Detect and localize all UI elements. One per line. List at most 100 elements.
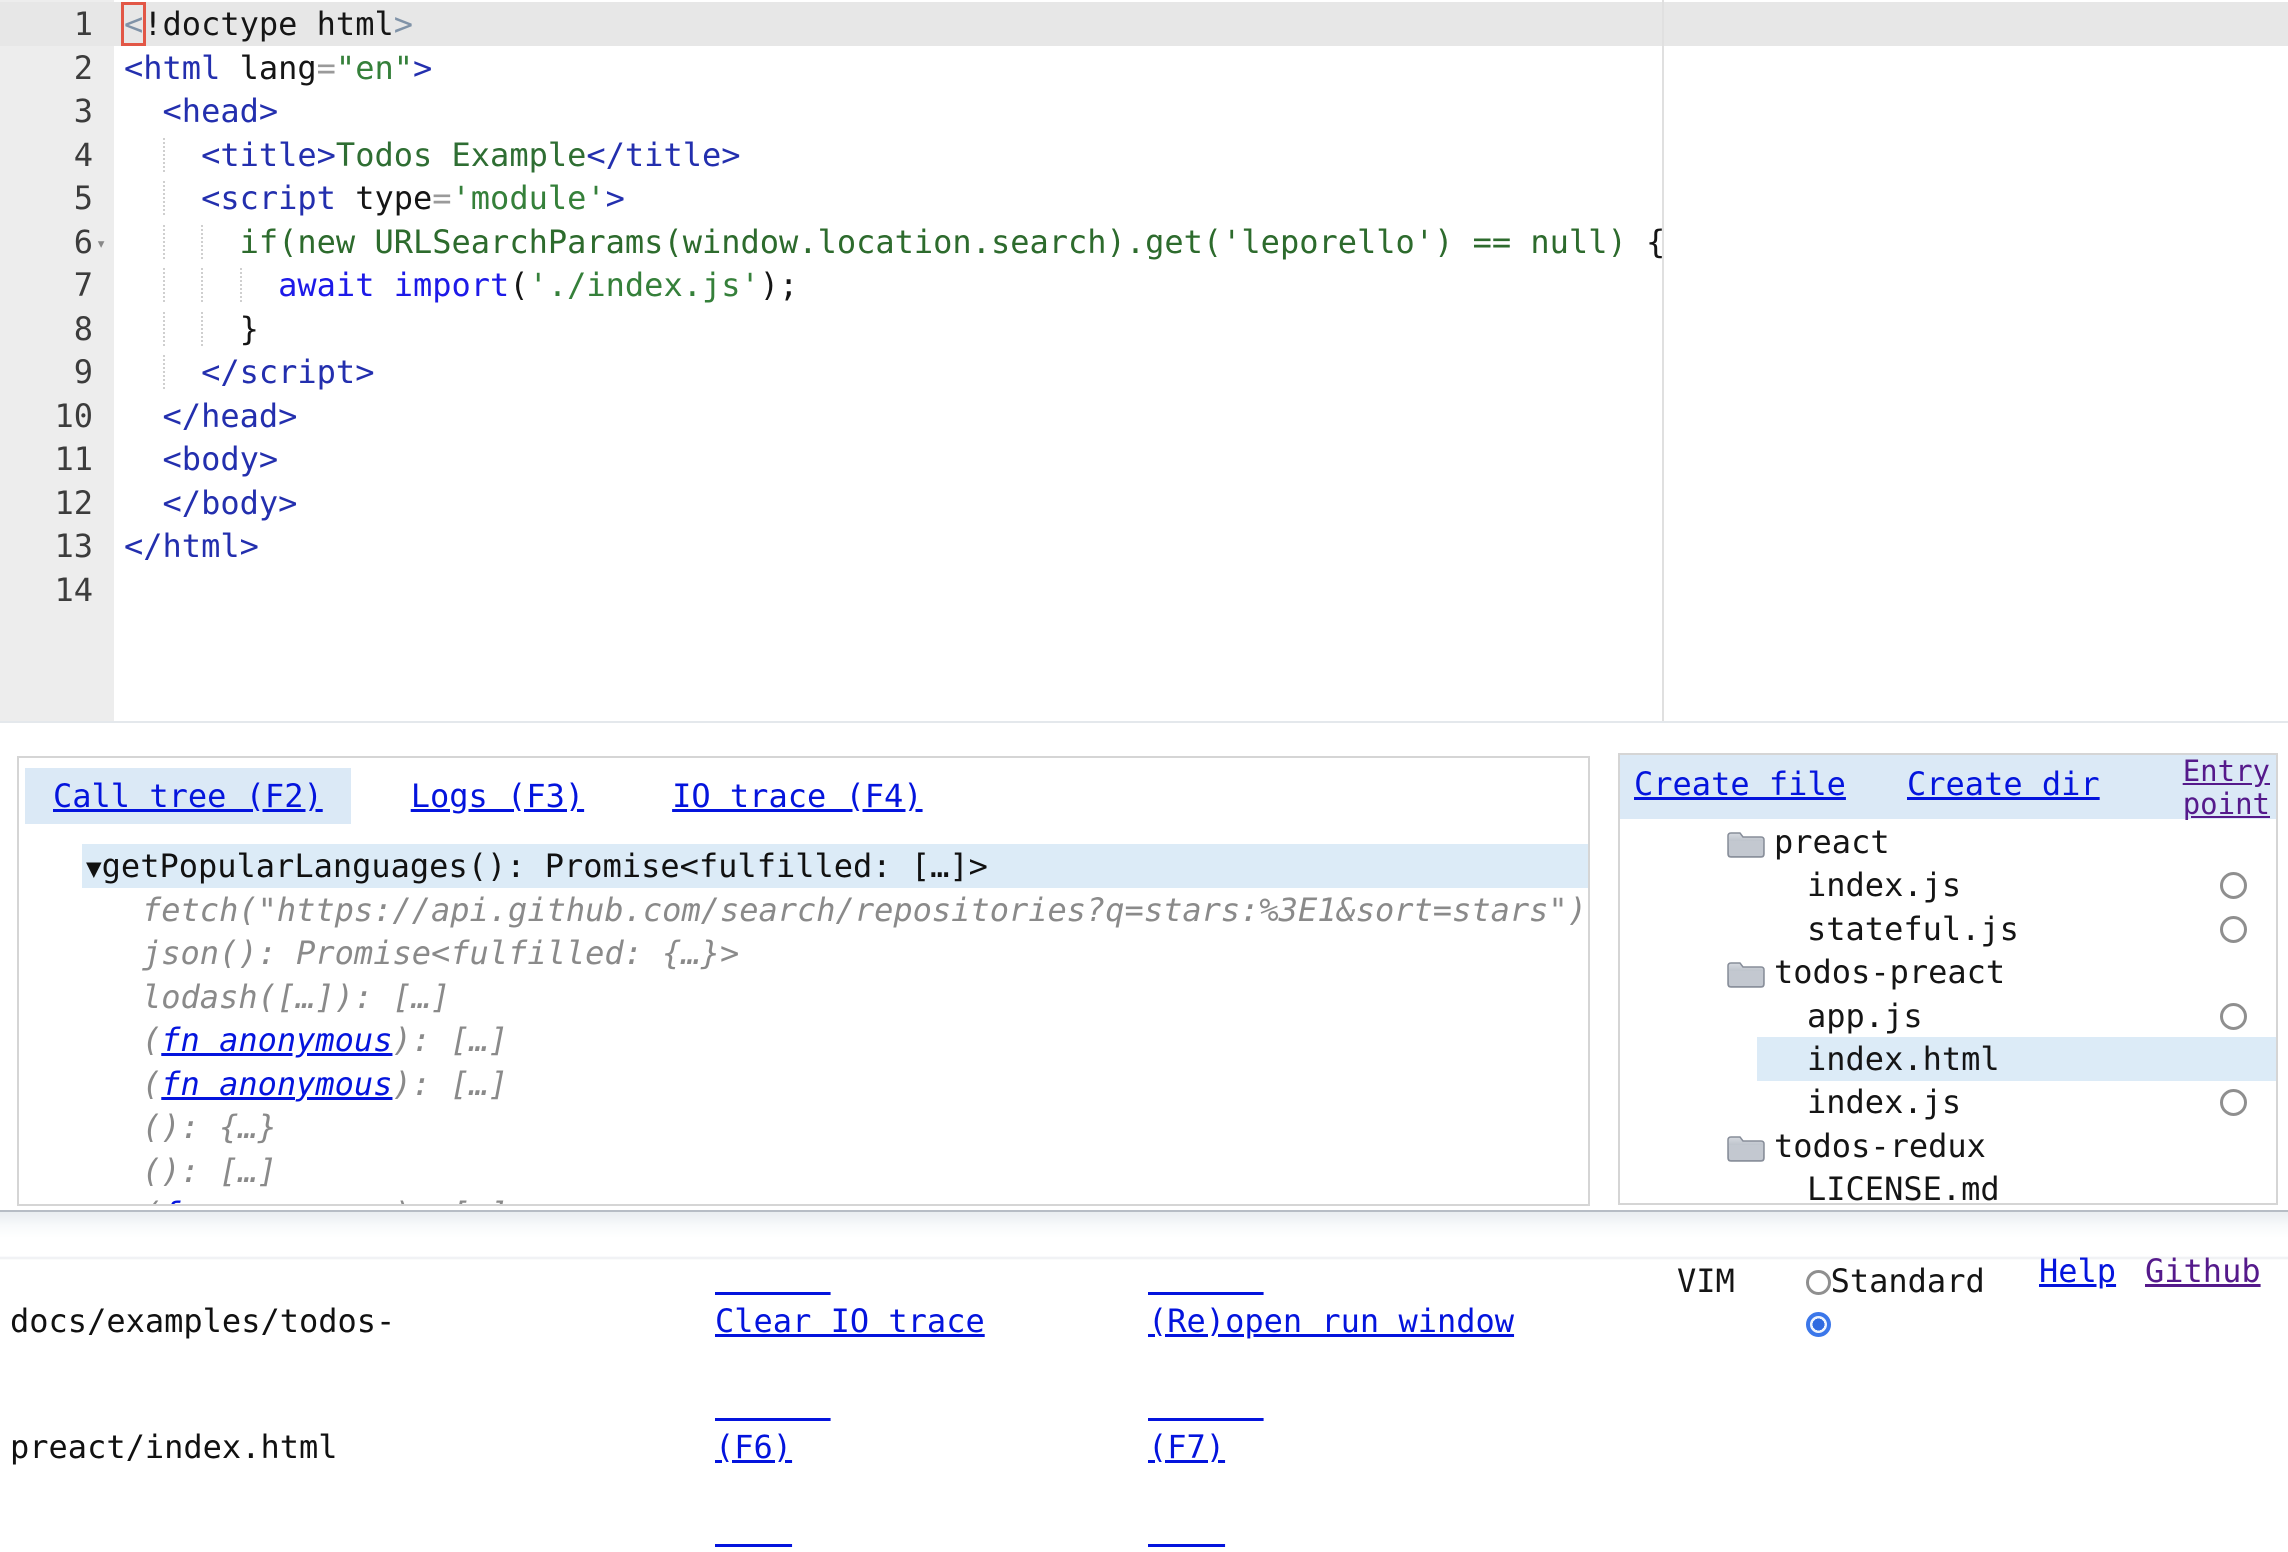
entry-point-radio[interactable]: [2220, 1089, 2247, 1116]
dir-row-todos-redux[interactable]: todos-redux: [1620, 1124, 2276, 1168]
reopen-run-window-button[interactable]: (Re)open run window (F7): [1148, 1216, 1514, 1552]
create-dir-button[interactable]: Create dir: [1907, 765, 2100, 803]
token-attr: lang: [240, 49, 317, 87]
calltree-row[interactable]: (): […]: [142, 1149, 1588, 1193]
file-row-index.js[interactable]: index.js: [1620, 863, 2276, 907]
file-name[interactable]: stateful.js: [1807, 907, 2019, 951]
line-number: 6: [0, 220, 93, 264]
code-editor[interactable]: 1<!doctype html>2<html lang="en">3 <head…: [0, 0, 2288, 723]
code-line-2[interactable]: 2<html lang="en">: [0, 46, 2288, 90]
calltree-row-root[interactable]: ▼getPopularLanguages(): Promise<fulfille…: [82, 844, 1588, 888]
dir-row-todos-preact[interactable]: todos-preact: [1620, 950, 2276, 994]
code-text: <title>Todos Example</title>: [124, 133, 741, 177]
calltree-row[interactable]: (fn anonymous): […]: [142, 1192, 1588, 1206]
token-plain: [124, 266, 278, 304]
dir-row-preact[interactable]: preact: [1620, 820, 2276, 864]
calltree-row[interactable]: lodash([…]): […]: [142, 975, 1588, 1019]
token-plain: [124, 440, 163, 478]
file-name[interactable]: LICENSE.md: [1807, 1167, 2000, 1205]
dir-name[interactable]: todos-redux: [1774, 1124, 1986, 1168]
token-str: 'module': [452, 179, 606, 217]
fn-anonymous-link[interactable]: fn anonymous: [161, 1021, 392, 1059]
token-eq: =: [432, 179, 451, 217]
calltree-row[interactable]: json(): Promise<fulfilled: {…}>: [142, 931, 1588, 975]
dir-name[interactable]: preact: [1774, 820, 1890, 864]
code-line-12[interactable]: 12 </body>: [0, 481, 2288, 525]
clear-io-trace-label: Clear IO trace: [715, 1300, 985, 1342]
entry-point-radio[interactable]: [2220, 916, 2247, 943]
code-line-13[interactable]: 13</html>: [0, 524, 2288, 568]
token-tag: </head>: [163, 397, 298, 435]
code-line-10[interactable]: 10 </head>: [0, 394, 2288, 438]
token-str: "en": [336, 49, 413, 87]
tab-call-tree-f2[interactable]: Call tree (F2): [25, 768, 351, 824]
dir-name[interactable]: todos-preact: [1774, 950, 2005, 994]
token-plain: [124, 397, 163, 435]
tab-io-trace-f4[interactable]: IO trace (F4): [644, 768, 950, 824]
vim-mode-radio[interactable]: [1806, 1312, 1831, 1337]
help-link[interactable]: Help: [2039, 1252, 2116, 1290]
vim-mode-label: VIM: [1677, 1260, 1735, 1302]
file-row-index.js[interactable]: index.js: [1620, 1080, 2276, 1124]
code-line-1[interactable]: 1<!doctype html>: [0, 2, 2288, 46]
status-bar: docs/examples/todos- preact/index.html C…: [0, 1210, 2288, 1302]
token-plain: }: [240, 310, 259, 348]
fn-anonymous-link[interactable]: fn anonymous: [161, 1065, 392, 1103]
code-text: <head>: [124, 89, 278, 133]
file-row-stateful.js[interactable]: stateful.js: [1620, 907, 2276, 951]
code-line-3[interactable]: 3 <head>: [0, 89, 2288, 133]
calltree-row[interactable]: (fn anonymous): […]: [142, 1062, 1588, 1106]
file-name[interactable]: index.html: [1807, 1037, 2000, 1081]
token-plain: );: [760, 266, 799, 304]
create-file-button[interactable]: Create file: [1634, 765, 1846, 803]
expand-triangle-icon[interactable]: ▼: [86, 854, 102, 884]
code-line-4[interactable]: 4 <title>Todos Example</title>: [0, 133, 2288, 177]
token-tag: <head>: [163, 92, 279, 130]
line-number: 9: [0, 350, 93, 394]
token-content: Todos Example: [336, 136, 586, 174]
token-meta: >: [394, 5, 413, 43]
code-line-8[interactable]: 8 }: [0, 307, 2288, 351]
code-line-14[interactable]: 14: [0, 568, 2288, 612]
code-text: }: [124, 307, 259, 351]
token-plain: [124, 92, 163, 130]
token-plain: [124, 223, 240, 261]
calltree-row[interactable]: (): {…}: [142, 1105, 1588, 1149]
file-name[interactable]: app.js: [1807, 994, 1923, 1038]
entry-point-link[interactable]: Entry point: [2154, 755, 2270, 821]
file-name[interactable]: index.js: [1807, 863, 1961, 907]
token-plain: [124, 310, 240, 348]
standard-mode-radio[interactable]: [1806, 1270, 1831, 1295]
reopen-run-window-label: (Re)open run window: [1148, 1300, 1514, 1342]
code-line-9[interactable]: 9 </script>: [0, 350, 2288, 394]
file-row-app.js[interactable]: app.js: [1620, 994, 2276, 1038]
file-name[interactable]: index.js: [1807, 1080, 1961, 1124]
file-row-LICENSE.md[interactable]: LICENSE.md: [1620, 1167, 2276, 1205]
tab-logs-f3[interactable]: Logs (F3): [383, 768, 612, 824]
calltree-row[interactable]: (fn anonymous): […]: [142, 1018, 1588, 1062]
line-number: 14: [0, 568, 93, 612]
code-line-5[interactable]: 5 <script type='module'>: [0, 176, 2288, 220]
current-file-path: docs/examples/todos- preact/index.html: [10, 1216, 395, 1552]
code-text: </head>: [124, 394, 297, 438]
entry-point-radio[interactable]: [2220, 1003, 2247, 1030]
token-tag: >: [413, 49, 432, 87]
code-text: </script>: [124, 350, 374, 394]
code-line-7[interactable]: 7 await import('./index.js');: [0, 263, 2288, 307]
calltree-row[interactable]: fetch("https://api.github.com/search/rep…: [142, 888, 1588, 932]
tab-label[interactable]: Call tree (F2): [53, 777, 323, 815]
code-line-6[interactable]: 6▾ if(new URLSearchParams(window.locatio…: [0, 220, 2288, 264]
file-row-index.html[interactable]: index.html: [1757, 1037, 2276, 1081]
tab-label[interactable]: Logs (F3): [411, 777, 584, 815]
github-link[interactable]: Github: [2145, 1252, 2261, 1290]
clear-io-trace-hotkey: (F6): [715, 1426, 985, 1468]
tab-label[interactable]: IO trace (F4): [672, 777, 922, 815]
token-plain: {: [1646, 223, 1665, 261]
fold-arrow-icon[interactable]: ▾: [96, 222, 106, 266]
clear-io-trace-button[interactable]: Clear IO trace (F6): [715, 1216, 985, 1552]
code-text: if(new URLSearchParams(window.location.s…: [124, 220, 1665, 264]
code-text: await import('./index.js');: [124, 263, 798, 307]
code-line-11[interactable]: 11 <body>: [0, 437, 2288, 481]
fn-anonymous-link[interactable]: fn anonymous: [161, 1195, 392, 1206]
entry-point-radio[interactable]: [2220, 872, 2247, 899]
